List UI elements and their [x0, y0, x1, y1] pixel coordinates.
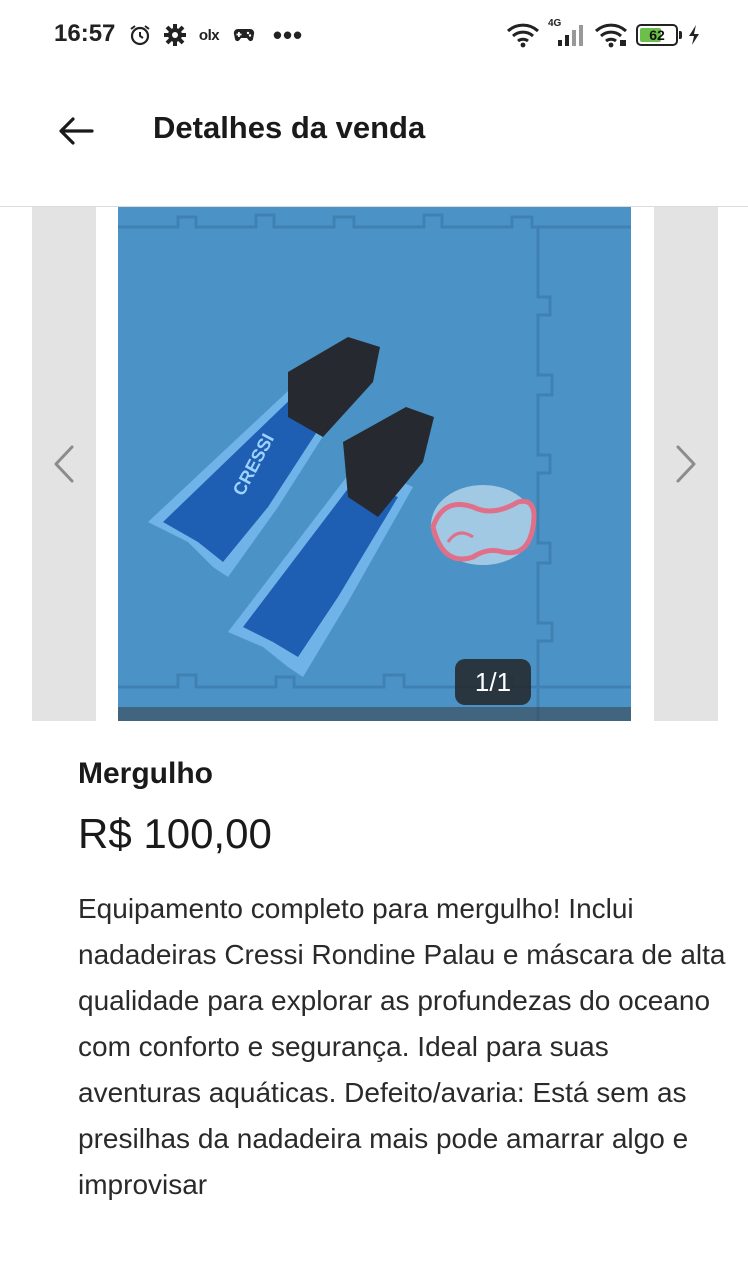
listing-description: Equipamento completo para mergulho! Incl…	[78, 893, 726, 1200]
arrow-left-icon	[59, 117, 94, 145]
chevron-right-icon	[676, 445, 696, 483]
page-title: Detalhes da venda	[153, 110, 426, 145]
next-image-button[interactable]	[654, 207, 718, 721]
diving-mask	[430, 485, 537, 565]
product-photo[interactable]: CRESSI 1/1	[118, 207, 631, 721]
previous-image-button[interactable]	[32, 207, 96, 721]
listing-price: R$ 100,00	[78, 810, 272, 857]
back-button[interactable]	[50, 108, 102, 154]
chevron-left-icon	[54, 445, 74, 483]
alarm-icon	[127, 22, 153, 48]
charging-icon	[686, 22, 702, 48]
image-counter: 1/1	[455, 659, 531, 705]
battery-cap	[679, 31, 682, 39]
image-gallery: CRESSI 1/1	[0, 207, 748, 721]
olx-icon: olx	[198, 26, 220, 44]
wifi-icon	[506, 22, 540, 48]
more-icon: •••	[272, 20, 304, 50]
status-bar: 16:57 olx ••• 4G 62	[0, 0, 748, 70]
signal-icon	[556, 22, 586, 48]
gamepad-icon	[232, 22, 256, 48]
wifi-calling-icon	[594, 22, 628, 48]
battery-percent: 62	[649, 27, 665, 43]
gear-icon	[162, 22, 188, 48]
listing-title: Mergulho	[78, 757, 213, 790]
status-time: 16:57	[54, 20, 116, 47]
battery-icon: 62	[636, 24, 678, 46]
app-header: Detalhes da venda	[0, 70, 748, 207]
